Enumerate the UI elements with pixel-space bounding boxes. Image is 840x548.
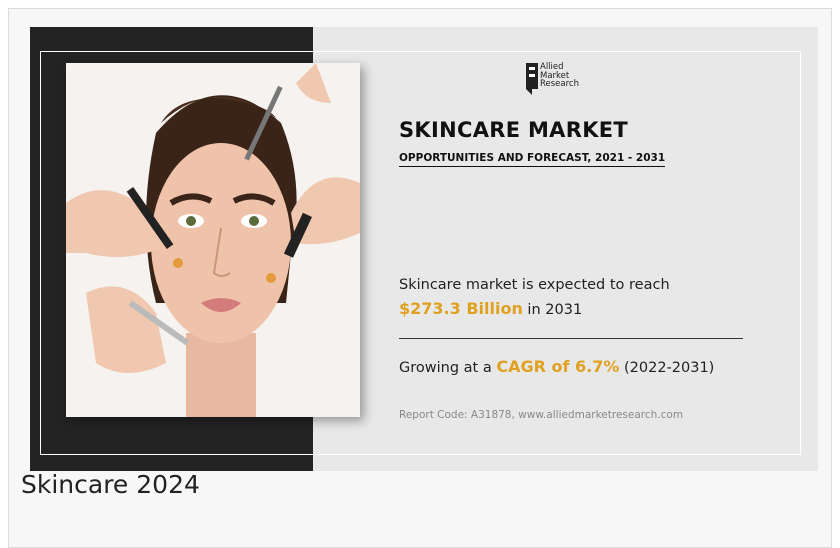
- cagr-value: CAGR of 6.7%: [496, 357, 620, 376]
- reach-prefix-text: Skincare market is expected to reach: [399, 277, 670, 293]
- face-illustration: [66, 63, 360, 417]
- reach-value-line: $273.3 Billion in 2031: [399, 299, 582, 318]
- logo-mark-icon: [526, 63, 538, 95]
- stat-divider: [399, 338, 743, 339]
- logo-text: Allied Market Research: [540, 62, 579, 89]
- reach-value: $273.3 Billion: [399, 299, 523, 318]
- cagr-suffix: (2022-2031): [619, 360, 715, 376]
- market-banner: Allied Market Research SKINCARE MARKET O…: [30, 27, 818, 471]
- cagr-line: Growing at a CAGR of 6.7% (2022-2031): [399, 357, 714, 376]
- image-caption: Skincare 2024: [21, 470, 200, 499]
- report-code: Report Code: A31878, www.alliedmarketres…: [399, 409, 684, 421]
- banner-title: SKINCARE MARKET: [399, 118, 629, 142]
- reach-prefix-line: Skincare market is expected to reach: [399, 277, 670, 293]
- woman-skincare-photo: [66, 63, 360, 417]
- cagr-prefix: Growing at a: [399, 360, 497, 376]
- allied-market-research-logo: Allied Market Research: [526, 63, 602, 101]
- banner-subtitle: OPPORTUNITIES AND FORECAST, 2021 - 2031: [399, 152, 666, 167]
- reach-suffix: in 2031: [522, 302, 583, 318]
